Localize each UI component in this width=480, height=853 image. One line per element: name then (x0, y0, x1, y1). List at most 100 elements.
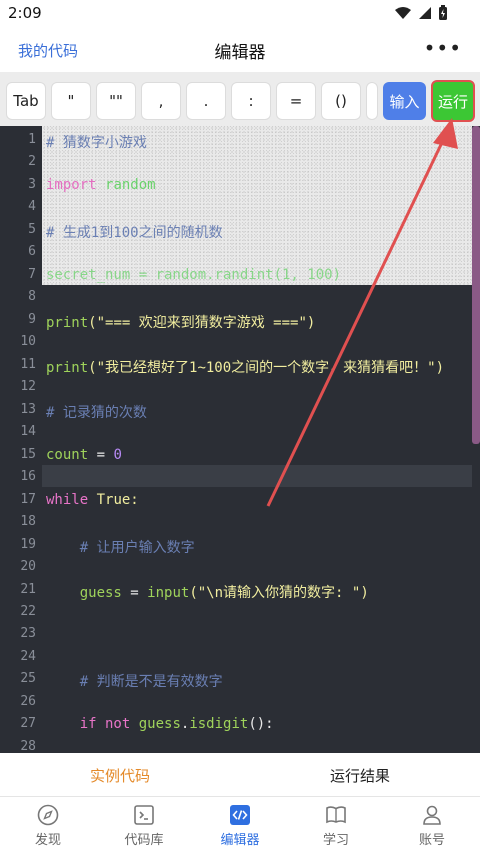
line-number: 2 (28, 154, 36, 169)
line-number: 7 (28, 267, 36, 282)
line-number: 14 (20, 424, 36, 439)
line-number: 26 (20, 694, 36, 709)
key-double-quote[interactable]: "" (96, 82, 136, 120)
code-variable: guess (46, 585, 122, 601)
line-number: 20 (20, 559, 36, 574)
input-button[interactable]: 输入 (383, 82, 426, 120)
status-time: 2:09 (8, 4, 42, 22)
key-partial[interactable] (366, 82, 378, 120)
code-function: input (147, 585, 190, 601)
terminal-icon (132, 803, 156, 827)
nav-label: 编辑器 (220, 833, 260, 848)
line-number: 27 (20, 716, 36, 731)
line-number: 21 (20, 582, 36, 597)
code-keyword: import (46, 177, 97, 193)
line-number: 24 (20, 649, 36, 664)
tab-example-code[interactable]: 实例代码 (90, 765, 150, 786)
user-icon (420, 803, 444, 827)
code-line: # 猜数字小游戏 (46, 135, 147, 151)
code-variable: count (46, 447, 89, 463)
nav-label: 账号 (418, 833, 445, 848)
current-line-highlight (42, 465, 472, 487)
output-tabs: 实例代码 运行结果 (0, 753, 480, 797)
code-function: isdigit (189, 716, 249, 732)
signal-icon (419, 7, 431, 19)
line-number: 22 (20, 604, 36, 619)
code-line: # 判断是不是有效数字 (46, 674, 223, 690)
code-keyword: not (96, 716, 131, 732)
key-parens[interactable]: () (321, 82, 361, 120)
line-number: 25 (20, 671, 36, 686)
code-variable: guess (130, 716, 181, 732)
symbol-toolbar: Tab " "" , . : = () 输入 运行 (0, 72, 480, 126)
tab-run-results[interactable]: 运行结果 (330, 765, 390, 786)
code-line: secret_num = random.randint(1, 100) (46, 267, 342, 283)
code-operator: (): (248, 716, 274, 732)
code-keyword: if (46, 716, 97, 732)
line-number: 1 (28, 132, 36, 147)
book-icon (324, 803, 348, 827)
line-number: 3 (28, 177, 36, 192)
code-line: # 记录猜的次数 (46, 405, 147, 421)
code-operator: = (88, 447, 114, 463)
key-tab[interactable]: Tab (6, 82, 46, 120)
nav-label: 代码库 (124, 833, 164, 848)
line-number: 10 (20, 334, 36, 349)
code-line: print("=== 欢迎来到猜数字游戏 ===") (46, 312, 315, 332)
code-keyword: while (46, 492, 89, 508)
key-comma[interactable]: , (141, 82, 181, 120)
nav-label: 学习 (322, 833, 349, 848)
line-gutter: 1 2 3 4 5 6 7 8 9 10 11 12 13 14 15 16 1… (0, 126, 42, 753)
editor-scrollbar[interactable] (472, 126, 480, 444)
code-line: guess = input("\n请输入你猜的数字: ") (46, 582, 369, 602)
run-button[interactable]: 运行 (431, 80, 475, 122)
battery-icon (439, 5, 447, 20)
nav-item-editor[interactable]: 编辑器 (192, 803, 288, 848)
line-number: 16 (20, 469, 36, 484)
line-number: 18 (20, 514, 36, 529)
code-line: count = 0 (46, 447, 122, 463)
nav-item-learn[interactable]: 学习 (288, 803, 384, 848)
code-function: print (46, 315, 89, 331)
nav-item-discover[interactable]: 发现 (0, 803, 96, 848)
code-line: # 生成1到100之间的随机数 (46, 225, 223, 241)
nav-item-account[interactable]: 账号 (384, 803, 480, 848)
bottom-nav: 发现 代码库 编辑器 学习 账号 (0, 797, 480, 853)
code-string: ("\n请输入你猜的数字: ") (189, 585, 369, 601)
key-quote[interactable]: " (51, 82, 91, 120)
key-period[interactable]: . (186, 82, 226, 120)
line-number: 23 (20, 626, 36, 641)
key-colon[interactable]: : (231, 82, 271, 120)
code-number: 0 (113, 447, 122, 463)
app-header: 我的代码 编辑器 ••• (0, 28, 480, 72)
nav-item-code-library[interactable]: 代码库 (96, 803, 192, 848)
code-string: ("=== 欢迎来到猜数字游戏 ===") (88, 315, 316, 331)
code-line: import random (46, 177, 156, 193)
code-line: while True: (46, 492, 139, 508)
line-number: 13 (20, 402, 36, 417)
code-string: ("我已经想好了1~100之间的一个数字，来猜猜看吧！") (88, 360, 445, 376)
code-module: random (105, 177, 156, 193)
nav-label: 发现 (34, 833, 61, 848)
line-number: 19 (20, 537, 36, 552)
line-number: 5 (28, 222, 36, 237)
line-number: 8 (28, 289, 36, 304)
code-constant: True: (88, 492, 139, 508)
line-number: 9 (28, 312, 36, 327)
line-number: 17 (20, 492, 36, 507)
code-operator: = (121, 585, 148, 601)
page-title: 编辑器 (214, 43, 266, 63)
line-number: 6 (28, 244, 36, 259)
line-number: 28 (20, 739, 36, 753)
line-number: 15 (20, 447, 36, 462)
compass-icon (36, 803, 60, 827)
line-number: 4 (28, 199, 36, 214)
code-line: # 让用户输入数字 (46, 540, 195, 556)
code-line: print("我已经想好了1~100之间的一个数字，来猜猜看吧！") (46, 357, 444, 377)
code-function: print (46, 360, 89, 376)
line-number: 12 (20, 379, 36, 394)
more-menu-button[interactable]: ••• (424, 36, 462, 60)
key-equals[interactable]: = (276, 82, 316, 120)
code-line: if not guess.isdigit(): (46, 716, 274, 732)
code-editor[interactable]: 1 2 3 4 5 6 7 8 9 10 11 12 13 14 15 16 1… (0, 126, 480, 753)
